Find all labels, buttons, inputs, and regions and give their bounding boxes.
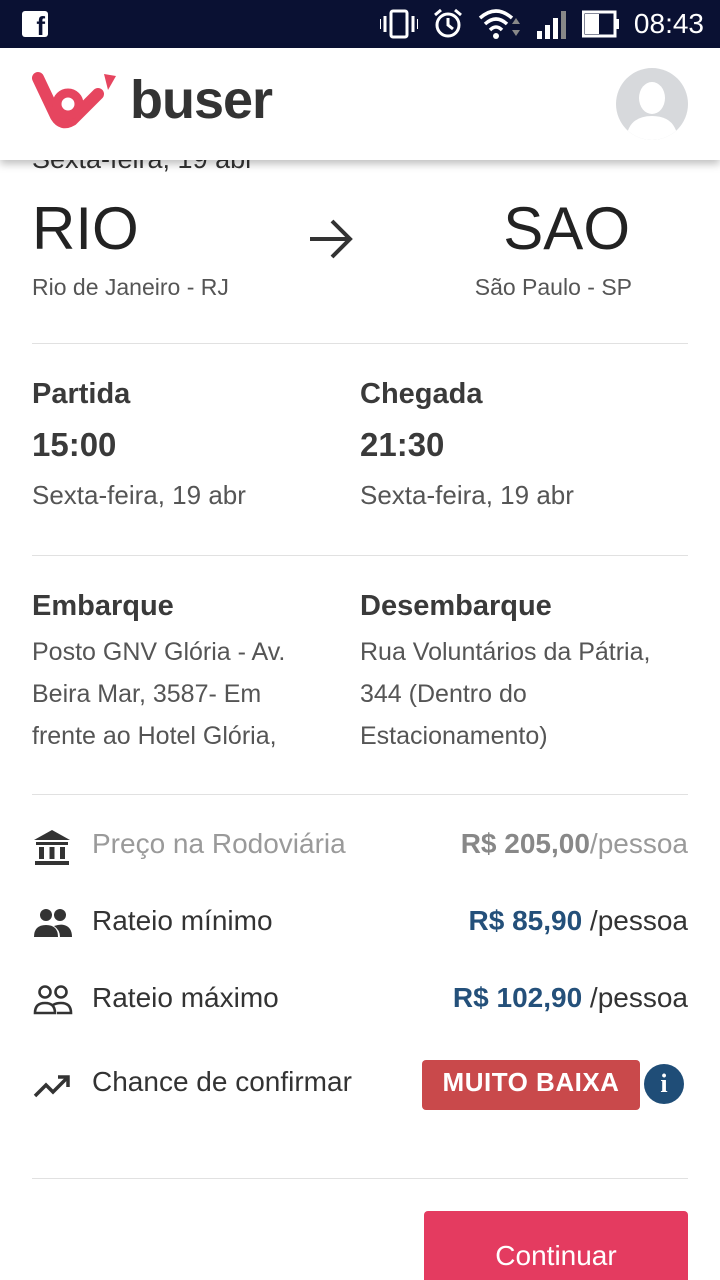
confirm-chance-badge: MUITO BAIXA [422, 1060, 640, 1110]
min-share-label: Rateio mínimo [92, 905, 273, 936]
boarding-label: Embarque [32, 590, 174, 622]
app-header: buser [0, 48, 720, 160]
people-icon [34, 909, 72, 937]
max-share-row: Rateio máximo R$ 102,90 /pessoa [32, 978, 688, 1022]
bank-icon [34, 830, 70, 865]
signal-icon [536, 11, 566, 39]
origin-city: Rio de Janeiro - RJ [32, 274, 229, 300]
bus-station-price-row: Preço na Rodoviária R$ 205,00/pessoa [32, 824, 688, 868]
arrow-right-icon [310, 219, 353, 259]
buser-logo-icon [32, 72, 116, 129]
logo-text: buser [130, 70, 273, 130]
dropoff-label: Desembarque [360, 590, 552, 622]
avatar[interactable] [616, 68, 688, 140]
divider [32, 794, 688, 795]
wifi-icon [478, 9, 520, 39]
dropoff-address: Rua Voluntários da Pátria, 344 (Dentro d… [360, 638, 651, 750]
min-share-row: Rateio mínimo R$ 85,90 /pessoa [32, 901, 688, 945]
alarm-icon [433, 8, 462, 38]
departure-label: Partida [32, 378, 131, 410]
max-share-value: R$ 102,90 /pessoa [452, 982, 688, 1013]
trip-details: Sexta-feira, 19 abr RIO SAO Rio de Janei… [0, 160, 720, 1280]
min-share-value: R$ 85,90 /pessoa [468, 905, 689, 936]
arrival-time: 21:30 [360, 426, 445, 463]
info-icon[interactable]: i [644, 1064, 684, 1104]
user-avatar-icon [626, 82, 678, 140]
destination-city: São Paulo - SP [474, 274, 632, 300]
status-bar: f 08:43 [0, 0, 720, 48]
divider [32, 555, 688, 556]
trending-up-icon [33, 1075, 70, 1098]
divider [32, 1178, 688, 1179]
departure-date: Sexta-feira, 19 abr [32, 480, 246, 510]
origin-code: RIO [32, 195, 139, 262]
boarding-address: Posto GNV Glória - Av. Beira Mar, 3587- … [32, 638, 286, 750]
arrival-label: Chegada [360, 378, 483, 410]
trip-date: Sexta-feira, 19 abr [32, 160, 254, 175]
battery-icon [581, 10, 619, 38]
bus-station-price-label: Preço na Rodoviária [92, 828, 346, 859]
divider [32, 343, 688, 344]
confirm-chance-label: Chance de confirmar [92, 1066, 352, 1097]
bus-station-price-value: R$ 205,00/pessoa [460, 828, 688, 859]
buser-logo[interactable]: buser [32, 68, 273, 132]
people-outline-icon [33, 985, 73, 1015]
status-time: 08:43 [633, 8, 704, 39]
vibrate-icon [379, 9, 418, 39]
departure-time: 15:00 [32, 426, 117, 463]
continue-button[interactable]: Continuar [424, 1211, 688, 1280]
max-share-label: Rateio máximo [92, 982, 279, 1013]
destination-code: SAO [503, 195, 630, 262]
arrival-date: Sexta-feira, 19 abr [360, 480, 574, 510]
facebook-icon: f [22, 11, 48, 39]
